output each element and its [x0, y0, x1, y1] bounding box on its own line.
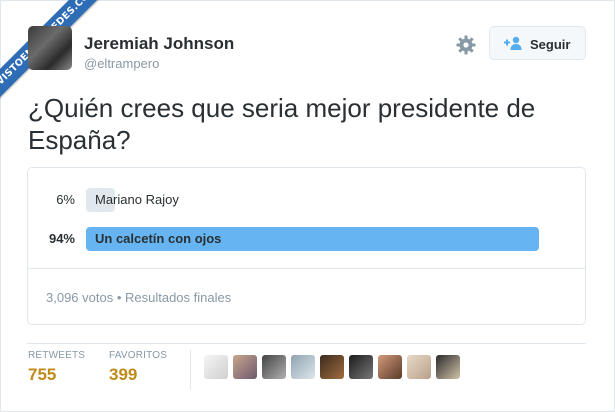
favoriter-avatar[interactable]: [436, 355, 460, 379]
poll-option: 6% Mariano Rajoy: [28, 188, 548, 212]
favoriter-avatar[interactable]: [378, 355, 402, 379]
gear-icon[interactable]: [456, 35, 476, 55]
favoriter-avatar[interactable]: [291, 355, 315, 379]
favoriter-avatar[interactable]: [233, 355, 257, 379]
favoriter-avatar[interactable]: [204, 355, 228, 379]
poll-option-label: Un calcetín con ojos: [95, 231, 222, 246]
poll: 6% Mariano Rajoy 94% Un calcetín con ojo…: [27, 167, 586, 325]
tweet-text: ¿Quién crees que seria mejor presidente …: [28, 93, 536, 155]
favorites-stat[interactable]: FAVORITOS 399: [109, 350, 167, 385]
author-name[interactable]: Jeremiah Johnson: [84, 34, 234, 54]
follow-label: Seguir: [530, 37, 571, 52]
poll-divider: [28, 268, 585, 269]
poll-footer: 3,096 votos • Resultados finales: [46, 290, 232, 305]
poll-option-percent: 6%: [56, 192, 75, 207]
author-handle[interactable]: @eltrampero: [84, 56, 159, 71]
favorites-label: FAVORITOS: [109, 350, 168, 361]
favoriter-avatar[interactable]: [262, 355, 286, 379]
poll-option-percent: 94%: [48, 231, 75, 246]
poll-option-label: Mariano Rajoy: [95, 192, 179, 207]
divider: [27, 343, 586, 344]
avatar[interactable]: [28, 26, 72, 70]
add-user-icon: [504, 36, 522, 50]
favoriter-avatar[interactable]: [407, 355, 431, 379]
favoriter-avatar[interactable]: [349, 355, 373, 379]
retweets-label: RETWEETS: [28, 350, 86, 361]
favoriter-avatar[interactable]: [320, 355, 344, 379]
follow-button[interactable]: Seguir: [489, 26, 586, 60]
poll-option: 94% Un calcetín con ojos: [28, 227, 548, 251]
stats-divider: [190, 350, 191, 390]
retweets-count: 755: [28, 365, 57, 384]
favorites-count: 399: [109, 365, 138, 384]
retweets-stat[interactable]: RETWEETS 755: [28, 350, 85, 385]
